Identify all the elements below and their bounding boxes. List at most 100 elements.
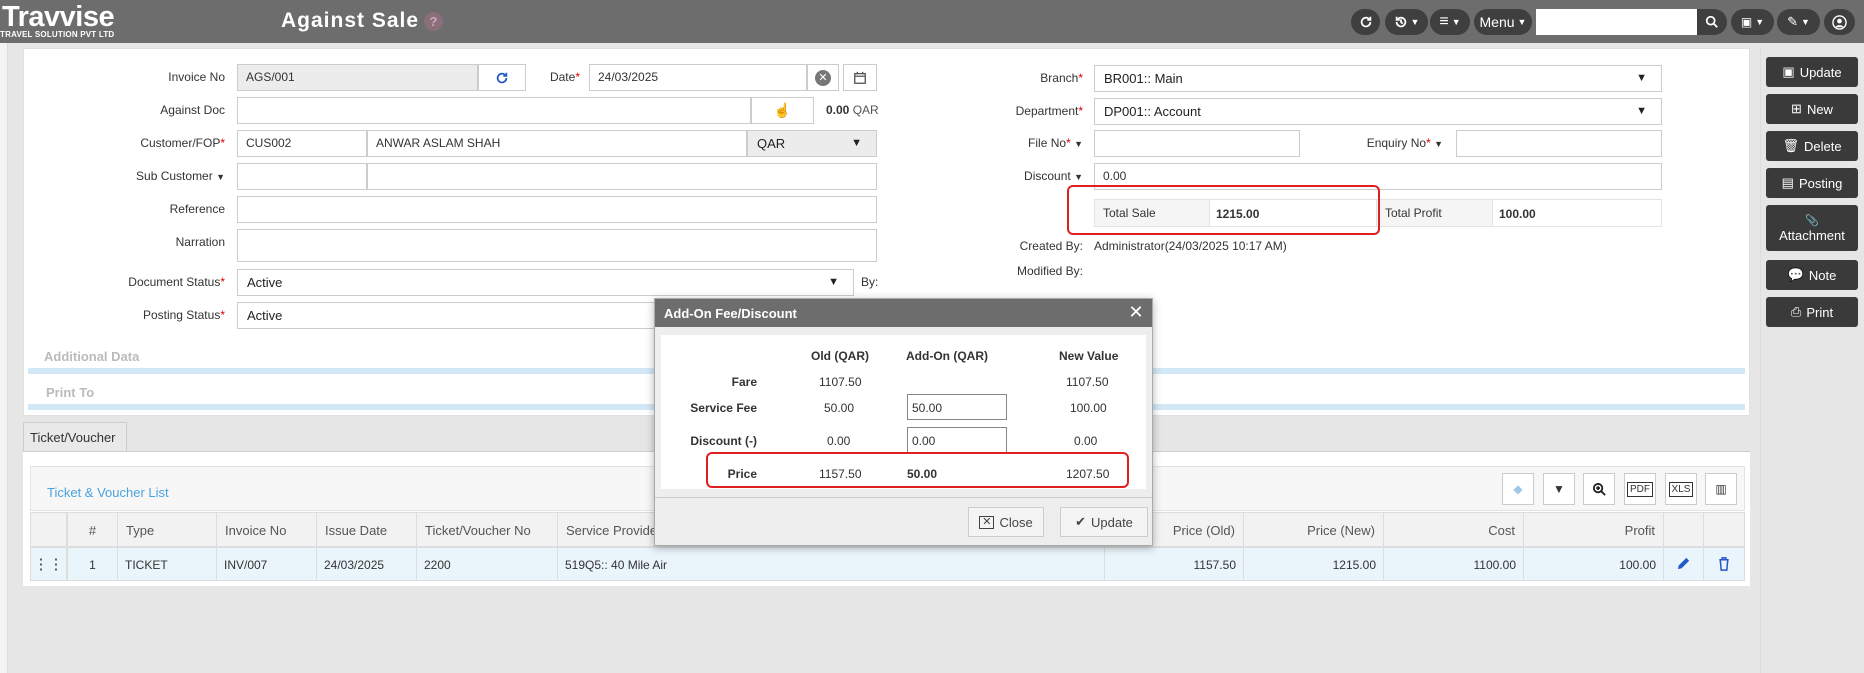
header-new: New Value [1059, 349, 1119, 363]
enquiry-no-label[interactable]: Enquiry No* ▼ [1330, 136, 1443, 150]
addon-fee-modal: Add-On Fee/Discount ✕ Old (QAR) Add-On (… [654, 298, 1153, 546]
date-field[interactable]: 24/03/2025 [589, 64, 807, 91]
chevron-down-icon: ▼ [1800, 17, 1810, 27]
close-icon[interactable]: ✕ [1126, 302, 1146, 322]
total-profit-value: 100.00 [1492, 199, 1662, 227]
modal-footer-divider [655, 497, 1152, 498]
left-strip [0, 43, 8, 673]
delete-button[interactable]: 🗑 Delete [1766, 131, 1858, 161]
table-cell-issue-date: 24/03/2025 [316, 547, 417, 581]
status-by-label: By: [861, 275, 879, 289]
column-type[interactable]: Type [117, 512, 217, 547]
modal-update-button[interactable]: ✔ Update [1060, 507, 1148, 537]
theme-button[interactable]: ✎ ▼ [1777, 9, 1820, 35]
column-number[interactable]: # [67, 512, 118, 547]
currency-select[interactable]: QAR ▼ [747, 130, 877, 157]
column-price-new[interactable]: Price (New) [1243, 512, 1384, 547]
note-button[interactable]: 💬 Note [1766, 260, 1858, 290]
export-excel-button[interactable]: XLS [1665, 473, 1697, 505]
customer-code-field[interactable]: CUS002 [237, 130, 367, 157]
print-button[interactable]: ⎙ Print [1766, 297, 1858, 327]
against-doc-field[interactable] [237, 97, 751, 124]
clear-filter-button[interactable]: ◆ [1502, 473, 1534, 505]
document-status-label: Document Status* [128, 275, 225, 289]
enquiry-no-field[interactable] [1456, 130, 1662, 157]
search-button[interactable] [1697, 9, 1727, 35]
file-no-label[interactable]: File No* ▼ [980, 136, 1083, 150]
sub-customer-code-field[interactable] [237, 163, 367, 190]
list-menu-button[interactable]: ≡ ▼ [1430, 9, 1470, 35]
close-circle-icon: ✕ [815, 69, 831, 86]
global-search-input[interactable] [1536, 9, 1697, 35]
export-pdf-button[interactable]: PDF [1624, 473, 1656, 505]
created-by-value: Administrator(24/03/2025 10:17 AM) [1094, 239, 1287, 253]
invoice-no-label: Invoice No [168, 70, 225, 84]
calendar-button[interactable] [843, 64, 877, 91]
edit-row-button[interactable] [1663, 547, 1704, 581]
refresh-button[interactable] [1351, 9, 1380, 35]
trash-icon: 🗑 [1782, 138, 1799, 153]
reference-field[interactable] [237, 196, 877, 223]
branch-select[interactable]: BR001:: Main ▼ [1094, 65, 1662, 92]
invoice-no-field[interactable]: AGS/001 [237, 64, 478, 91]
additional-data-header[interactable]: Additional Data [44, 349, 139, 364]
language-button[interactable]: ▣ ▼ [1731, 9, 1774, 35]
discount-label[interactable]: Discount ▼ [980, 169, 1083, 183]
drag-handle-icon[interactable]: ⋮⋮ [30, 547, 67, 581]
service-fee-label: Service Fee [690, 401, 757, 415]
column-invoice-no[interactable]: Invoice No [216, 512, 317, 547]
sub-customer-name-field[interactable] [367, 163, 877, 190]
delete-row-button[interactable] [1703, 547, 1745, 581]
history-button[interactable]: ▼ [1385, 9, 1428, 35]
filter-button[interactable]: ▼ [1543, 473, 1575, 505]
file-no-field[interactable] [1094, 130, 1300, 157]
table-cell-provider: 519Q5:: 40 Mile Air [557, 547, 1105, 581]
print-to-header[interactable]: Print To [46, 385, 94, 400]
against-doc-label: Against Doc [160, 103, 225, 117]
service-fee-old: 50.00 [824, 401, 855, 415]
table-cell-price-new: 1215.00 [1243, 547, 1384, 581]
column-cost[interactable]: Cost [1383, 512, 1524, 547]
zoom-button[interactable] [1583, 473, 1615, 505]
menu-button[interactable]: Menu ▼ [1474, 9, 1532, 35]
price-row-highlight [706, 452, 1129, 488]
chevron-down-icon: ▼ [1755, 17, 1765, 27]
service-fee-addon-input[interactable]: 50.00 [907, 394, 1007, 420]
check-icon: ✔ [1075, 514, 1086, 529]
trash-icon [1719, 557, 1729, 571]
attachment-button[interactable]: 📎 Attachment [1766, 205, 1858, 251]
excel-icon: XLS [1668, 481, 1694, 497]
logo-subtitle: TRAVEL SOLUTION PVT LTD [0, 30, 115, 39]
update-button[interactable]: ▣ Update [1766, 57, 1858, 87]
columns-button[interactable]: ▥ [1705, 473, 1737, 505]
help-icon[interactable]: ? [424, 12, 443, 31]
narration-field[interactable] [237, 229, 877, 262]
chevron-down-icon: ▼ [828, 276, 839, 288]
language-icon: ▣ [1740, 15, 1753, 29]
discount-addon-input[interactable]: 0.00 [907, 427, 1007, 453]
pdf-icon: PDF [1627, 481, 1653, 497]
new-button[interactable]: ⊞ New [1766, 94, 1858, 124]
user-icon [1832, 14, 1847, 30]
search-icon [1705, 15, 1718, 28]
column-profit[interactable]: Profit [1523, 512, 1664, 547]
document-status-select[interactable]: Active ▼ [237, 269, 854, 296]
column-issue-date[interactable]: Issue Date [316, 512, 417, 547]
pencil-icon [1677, 557, 1690, 570]
modal-body: Old (QAR) Add-On (QAR) New Value Fare 11… [661, 335, 1146, 489]
department-select[interactable]: DP001:: Account ▼ [1094, 98, 1662, 125]
narration-label: Narration [175, 235, 225, 249]
refresh-icon [496, 72, 508, 83]
plus-icon: ⊞ [1791, 101, 1802, 116]
select-doc-button[interactable]: ☝ [751, 97, 814, 124]
customer-name-field[interactable]: ANWAR ASLAM SHAH [367, 130, 747, 157]
eraser-icon: ◆ [1513, 482, 1523, 496]
book-icon: ▤ [1781, 175, 1794, 190]
column-ticket-no[interactable]: Ticket/Voucher No [416, 512, 558, 547]
history-icon [1395, 16, 1406, 28]
clear-date-button[interactable]: ✕ [807, 64, 839, 91]
modal-close-button[interactable]: ✕ Close [968, 507, 1044, 537]
posting-button[interactable]: ▤ Posting [1766, 168, 1858, 198]
tab-ticket-voucher[interactable]: Ticket/Voucher [23, 422, 127, 452]
user-button[interactable] [1824, 9, 1855, 35]
